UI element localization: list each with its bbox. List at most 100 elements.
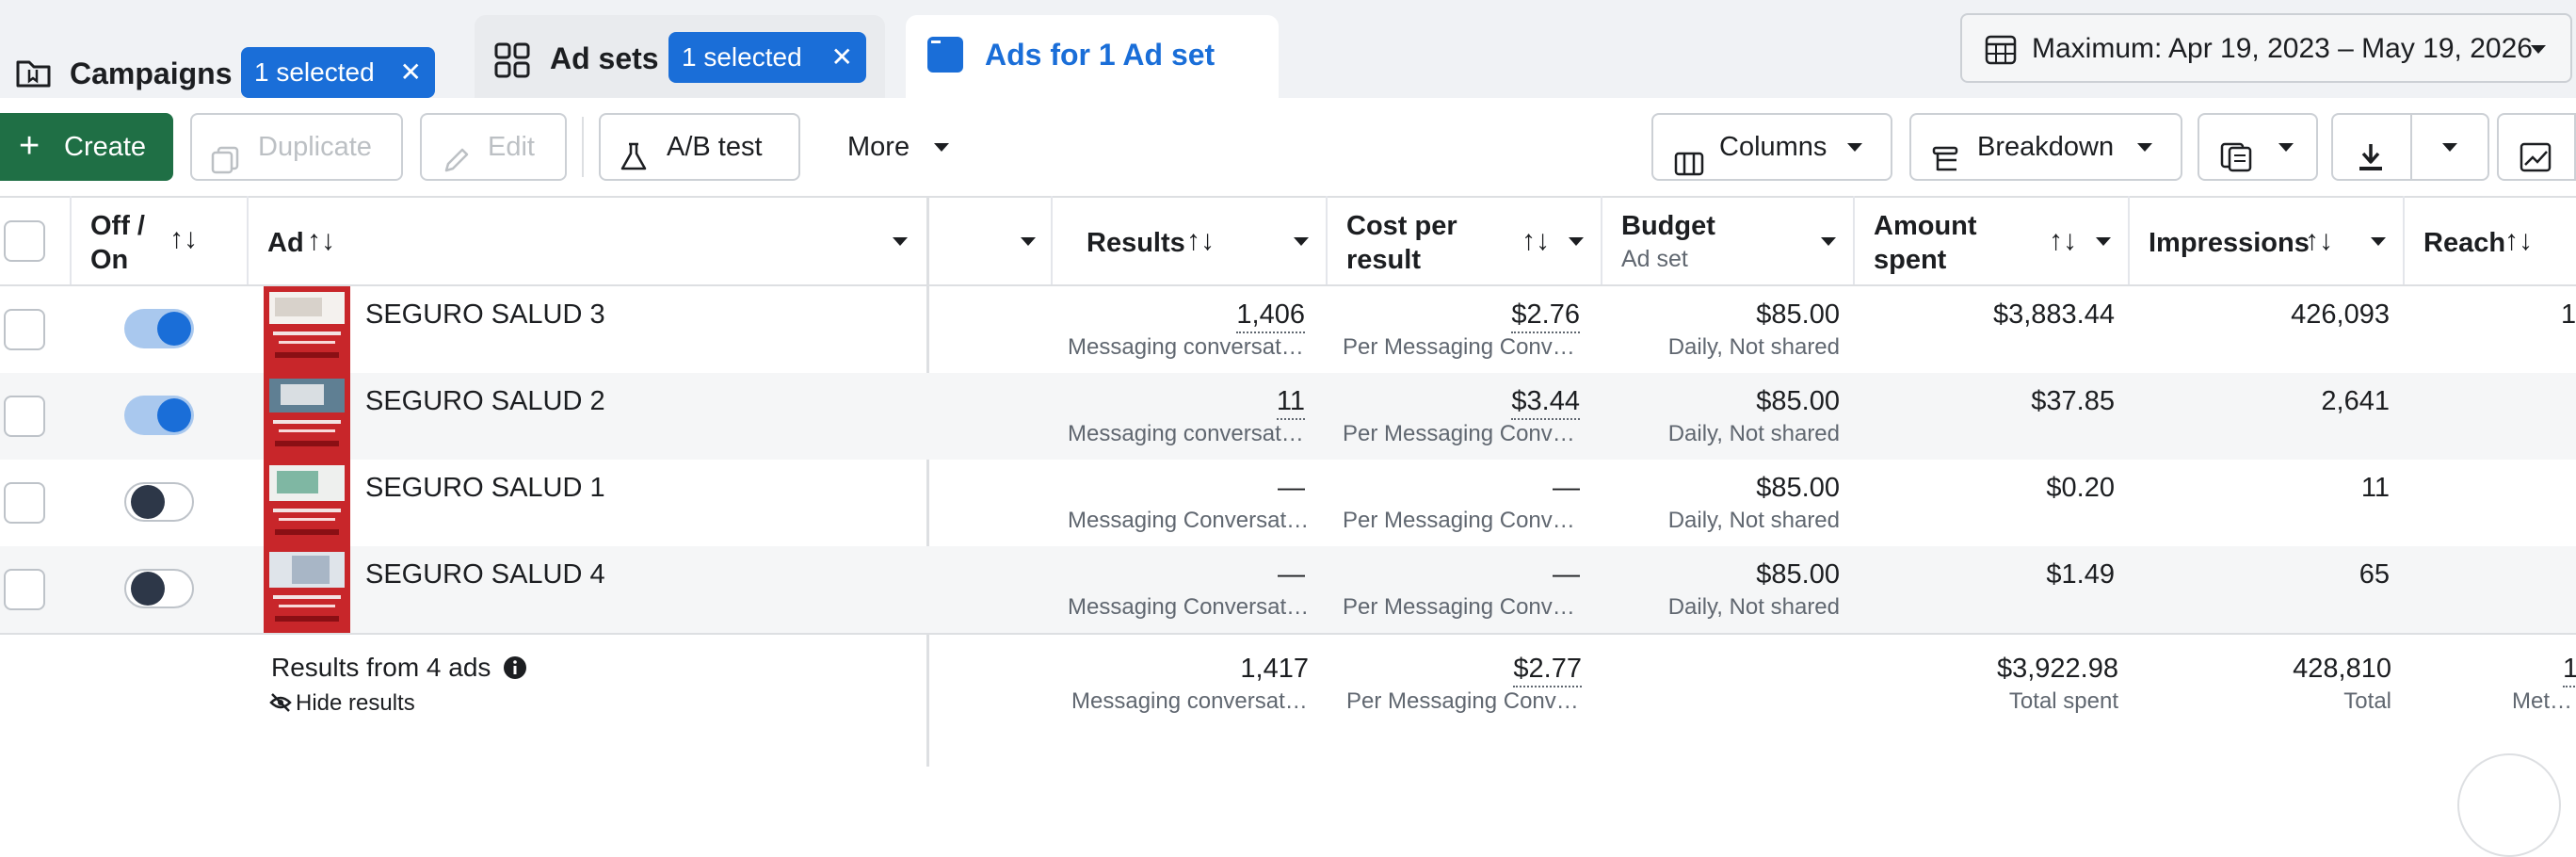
ad-thumbnail[interactable] [264, 373, 350, 460]
ad-toggle[interactable] [124, 569, 194, 608]
tab-adsets[interactable]: Ad sets 1 selected ✕ [475, 15, 885, 98]
duplicate-icon [211, 134, 241, 198]
summary-cost[interactable]: $2.77 [1513, 652, 1582, 687]
chevron-down-icon[interactable] [893, 237, 908, 246]
chevron-down-icon[interactable] [2442, 143, 2457, 152]
col-divider [2128, 196, 2130, 284]
adsets-selected-pill[interactable]: 1 selected ✕ [668, 32, 866, 83]
col-header-cost-per-result[interactable]: Cost per result [1346, 209, 1457, 277]
toggle-knob [131, 572, 165, 606]
tab-campaigns-label: Campaigns [70, 57, 233, 90]
toggle-knob [131, 485, 165, 519]
col-header-results[interactable]: Results [1087, 226, 1185, 260]
view-charts-button[interactable] [2497, 113, 2576, 181]
scroll-indicator[interactable] [2457, 753, 2561, 857]
summary-reach[interactable]: 1 [2563, 652, 2576, 687]
breakdown-button[interactable]: Breakdown [1909, 113, 2182, 181]
col-header-budget-sub: Ad set [1621, 246, 1688, 272]
budget-value[interactable]: $85.00 [1756, 471, 1840, 505]
more-button[interactable]: More [825, 113, 957, 181]
calendar-icon [1985, 34, 2017, 71]
duplicate-button[interactable]: Duplicate [190, 113, 403, 181]
sort-icon[interactable]: ↑↓ [1186, 224, 1215, 258]
toolbar-divider [582, 117, 584, 177]
reach-value: 1 [2561, 299, 2576, 330]
plus-icon: + [19, 126, 40, 166]
table-row[interactable]: SEGURO SALUD 4 — Messaging Conversati… —… [0, 546, 2576, 633]
table-row[interactable]: SEGURO SALUD 2 11 Messaging conversat… $… [0, 373, 2576, 460]
ad-toggle[interactable] [124, 482, 194, 522]
info-icon[interactable] [503, 655, 527, 685]
edit-button[interactable]: Edit [420, 113, 567, 181]
ab-test-button[interactable]: A/B test [599, 113, 800, 181]
ad-thumbnail[interactable] [264, 460, 350, 546]
campaigns-selected-pill[interactable]: 1 selected ✕ [241, 47, 435, 98]
row-checkbox[interactable] [4, 569, 45, 610]
sort-icon[interactable]: ↑↓ [2049, 224, 2077, 258]
sort-icon[interactable]: ↑↓ [2305, 224, 2333, 258]
sort-icon[interactable]: ↑↓ [1521, 224, 1550, 258]
off-on-line1: Off / [90, 211, 145, 241]
col-header-impressions[interactable]: Impressions [2149, 226, 2310, 260]
ad-toggle[interactable] [124, 396, 194, 435]
ad-thumbnail[interactable] [264, 286, 350, 373]
sort-icon[interactable]: ↑↓ [2504, 224, 2533, 258]
budget-value[interactable]: $85.00 [1756, 384, 1840, 418]
ad-toggle[interactable] [124, 309, 194, 348]
create-button[interactable]: + Create [0, 113, 173, 181]
ad-icon [926, 36, 964, 78]
clear-adsets-icon[interactable]: ✕ [831, 32, 853, 83]
chevron-down-icon[interactable] [2096, 237, 2111, 246]
summary-title: Results from 4 ads [271, 653, 491, 682]
col-divider [1326, 196, 1328, 284]
col-header-reach[interactable]: Reach [2423, 226, 2505, 260]
col-header-ad[interactable]: Ad [267, 226, 304, 260]
ad-name[interactable]: SEGURO SALUD 3 [365, 298, 605, 331]
table-row[interactable]: SEGURO SALUD 1 — Messaging Conversati… —… [0, 460, 2576, 546]
chevron-down-icon[interactable] [2371, 237, 2386, 246]
export-divider [2410, 115, 2412, 179]
cost-sub: Per Messaging Conv… [1343, 421, 1575, 446]
select-all-checkbox[interactable] [4, 220, 45, 262]
hide-results-link[interactable]: Hide results [296, 689, 415, 718]
results-value[interactable]: 11 [1276, 384, 1305, 420]
budget-value[interactable]: $85.00 [1756, 558, 1840, 591]
clear-campaigns-icon[interactable]: ✕ [400, 47, 422, 98]
off-on-line2: On [90, 245, 129, 275]
chevron-down-icon[interactable] [1021, 237, 1036, 246]
ad-name[interactable]: SEGURO SALUD 1 [365, 471, 605, 505]
budget-value[interactable]: $85.00 [1756, 298, 1840, 331]
ad-name[interactable]: SEGURO SALUD 4 [365, 558, 605, 591]
cost-value[interactable]: $2.76 [1511, 298, 1580, 333]
columns-button[interactable]: Columns [1651, 113, 1892, 181]
sort-icon[interactable]: ↑↓ [307, 224, 335, 258]
tab-ads[interactable]: Ads for 1 Ad set [906, 15, 1279, 98]
export-button[interactable] [2331, 113, 2489, 181]
eye-off-icon[interactable] [269, 691, 292, 719]
ad-name[interactable]: SEGURO SALUD 2 [365, 384, 605, 418]
ad-thumbnail[interactable] [264, 546, 350, 633]
more-label: More [847, 132, 910, 162]
table-row[interactable]: SEGURO SALUD 3 1,406 Messaging conversat… [0, 286, 2576, 373]
row-checkbox[interactable] [4, 309, 45, 350]
chevron-down-icon[interactable] [1569, 237, 1584, 246]
ab-test-label: A/B test [667, 132, 763, 162]
reports-button[interactable] [2198, 113, 2318, 181]
tab-adsets-label: Ad sets [550, 41, 659, 75]
date-range-picker[interactable]: Maximum: Apr 19, 2023 – May 19, 2026 [1960, 13, 2572, 83]
col-header-budget[interactable]: Budget [1621, 209, 1715, 243]
results-value[interactable]: 1,406 [1236, 298, 1305, 333]
col-divider [1853, 196, 1855, 284]
cost-value[interactable]: $3.44 [1511, 384, 1580, 420]
tab-campaigns[interactable]: Campaigns 1 selected ✕ [0, 15, 452, 98]
col-header-amount-spent[interactable]: Amount spent [1874, 209, 1977, 277]
row-checkbox[interactable] [4, 482, 45, 524]
create-label: Create [64, 132, 147, 162]
sort-icon[interactable]: ↑↓ [169, 222, 198, 256]
chevron-down-icon[interactable] [1294, 237, 1309, 246]
grid-icon [493, 41, 531, 84]
chevron-down-icon[interactable] [1821, 237, 1836, 246]
row-checkbox[interactable] [4, 396, 45, 437]
amount-line1: Amount [1874, 211, 1977, 241]
col-header-off-on[interactable]: Off / On [90, 209, 145, 277]
